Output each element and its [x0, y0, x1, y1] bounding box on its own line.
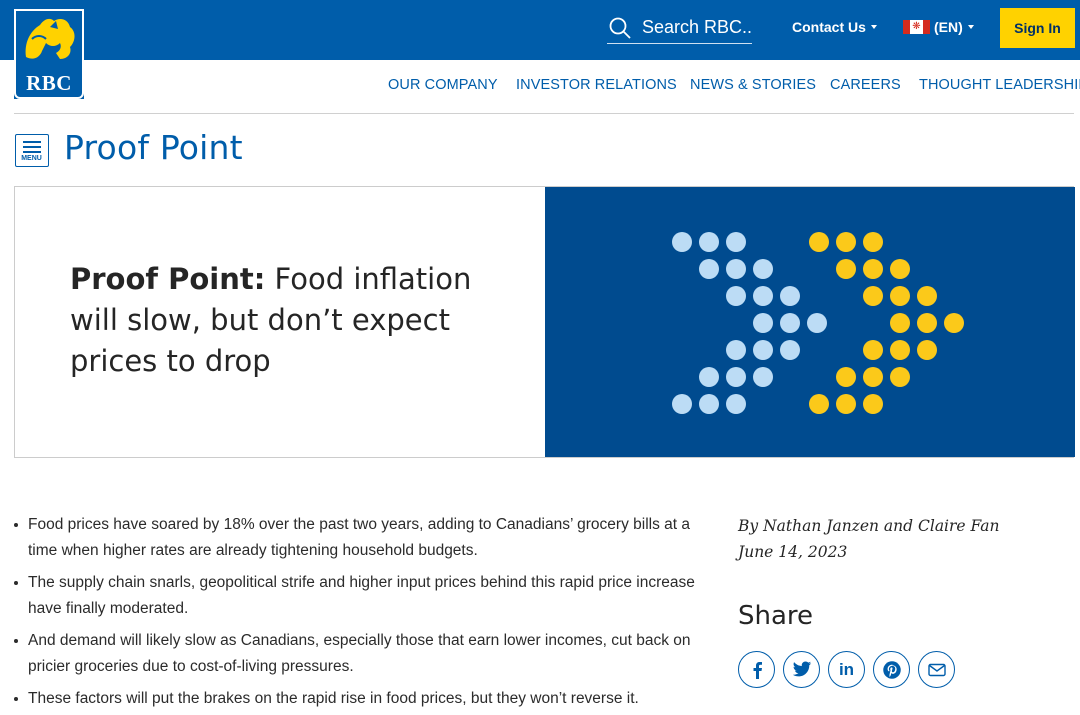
language-label: (EN)	[934, 19, 963, 35]
yellow-dot	[836, 259, 856, 279]
light-blue-dot	[780, 313, 800, 333]
yellow-dot	[890, 313, 910, 333]
menu-label: MENU	[21, 155, 42, 162]
facebook-icon	[753, 661, 762, 679]
search-input[interactable]	[642, 17, 752, 38]
pinterest-share-button[interactable]	[873, 651, 910, 688]
author-names: By Nathan Janzen and Claire Fan	[738, 517, 1000, 535]
section-title: Proof Point	[64, 128, 243, 167]
light-blue-dot	[753, 286, 773, 306]
hero-title-bold: Proof Point:	[70, 262, 266, 296]
hero-title: Proof Point: Food inflation will slow, b…	[70, 259, 490, 382]
search-box[interactable]	[607, 12, 752, 44]
logo-text: RBC	[26, 71, 72, 95]
yellow-dot	[863, 367, 883, 387]
nav-our-company[interactable]: OUR COMPANY	[388, 77, 498, 93]
nav-investor-relations[interactable]: INVESTOR RELATIONS	[516, 77, 677, 93]
light-blue-dot	[699, 367, 719, 387]
yellow-dot	[890, 286, 910, 306]
share-buttons: in	[738, 651, 963, 688]
caret-down-icon	[967, 25, 974, 29]
key-points-list: Food prices have soared by 18% over the …	[12, 512, 712, 715]
hero-banner: Proof Point: Food inflation will slow, b…	[14, 186, 1075, 458]
light-blue-dot	[753, 313, 773, 333]
hero-illustration	[545, 187, 1075, 457]
yellow-dot	[863, 394, 883, 414]
yellow-dot	[890, 259, 910, 279]
yellow-dot	[836, 394, 856, 414]
top-bar: Contact Us ❋ (EN) Sign In	[0, 0, 1080, 60]
canada-flag-icon: ❋	[903, 20, 930, 34]
yellow-dot	[917, 340, 937, 360]
yellow-dot	[863, 340, 883, 360]
light-blue-dot	[672, 394, 692, 414]
article-byline: By Nathan Janzen and Claire Fan June 14,…	[738, 514, 999, 565]
light-blue-dot	[780, 340, 800, 360]
contact-us-label: Contact Us	[792, 19, 866, 35]
sign-in-button[interactable]: Sign In	[1000, 8, 1075, 48]
light-blue-dot	[753, 340, 773, 360]
light-blue-dot	[726, 340, 746, 360]
lion-icon	[25, 18, 75, 59]
twitter-icon	[792, 661, 811, 677]
yellow-dot	[863, 286, 883, 306]
twitter-share-button[interactable]	[783, 651, 820, 688]
light-blue-dot	[807, 313, 827, 333]
email-share-button[interactable]	[918, 651, 955, 688]
email-icon	[927, 663, 946, 676]
publish-date: June 14, 2023	[738, 542, 848, 561]
yellow-dot	[890, 367, 910, 387]
nav-news-stories[interactable]: NEWS & STORIES	[690, 77, 816, 93]
yellow-dot	[890, 340, 910, 360]
rbc-logo[interactable]: RBC	[14, 9, 84, 99]
nav-thought-leadership[interactable]: THOUGHT LEADERSHIP	[919, 77, 1080, 93]
hamburger-icon	[23, 141, 41, 156]
light-blue-dot	[726, 286, 746, 306]
share-title: Share	[738, 601, 814, 631]
menu-button[interactable]: MENU	[15, 134, 49, 167]
light-blue-dot	[726, 394, 746, 414]
search-icon	[609, 17, 631, 39]
light-blue-dot	[780, 286, 800, 306]
light-blue-dot	[726, 259, 746, 279]
light-blue-dot	[753, 259, 773, 279]
light-blue-dot	[726, 367, 746, 387]
contact-us-dropdown[interactable]: Contact Us	[792, 19, 877, 35]
list-item: These factors will put the brakes on the…	[12, 686, 712, 712]
list-item: The supply chain snarls, geopolitical st…	[12, 570, 712, 621]
light-blue-dot	[699, 394, 719, 414]
yellow-dot	[809, 232, 829, 252]
caret-down-icon	[870, 25, 877, 29]
linkedin-icon: in	[838, 659, 855, 679]
light-blue-dot	[672, 232, 692, 252]
yellow-dot	[863, 232, 883, 252]
main-nav: OUR COMPANY INVESTOR RELATIONS NEWS & ST…	[0, 77, 1080, 97]
light-blue-dot	[753, 367, 773, 387]
facebook-share-button[interactable]	[738, 651, 775, 688]
language-selector[interactable]: ❋ (EN)	[903, 19, 974, 35]
light-blue-dot	[699, 232, 719, 252]
light-blue-dot	[726, 232, 746, 252]
yellow-dot	[944, 313, 964, 333]
light-blue-dot	[699, 259, 719, 279]
yellow-dot	[863, 259, 883, 279]
yellow-dot	[809, 394, 829, 414]
linkedin-share-button[interactable]: in	[828, 651, 865, 688]
yellow-dot	[836, 232, 856, 252]
yellow-dot	[917, 286, 937, 306]
divider	[14, 113, 1074, 114]
list-item: And demand will likely slow as Canadians…	[12, 628, 712, 679]
yellow-dot	[836, 367, 856, 387]
pinterest-icon	[882, 660, 901, 679]
nav-careers[interactable]: CAREERS	[830, 77, 901, 93]
yellow-dot	[917, 313, 937, 333]
list-item: Food prices have soared by 18% over the …	[12, 512, 712, 563]
